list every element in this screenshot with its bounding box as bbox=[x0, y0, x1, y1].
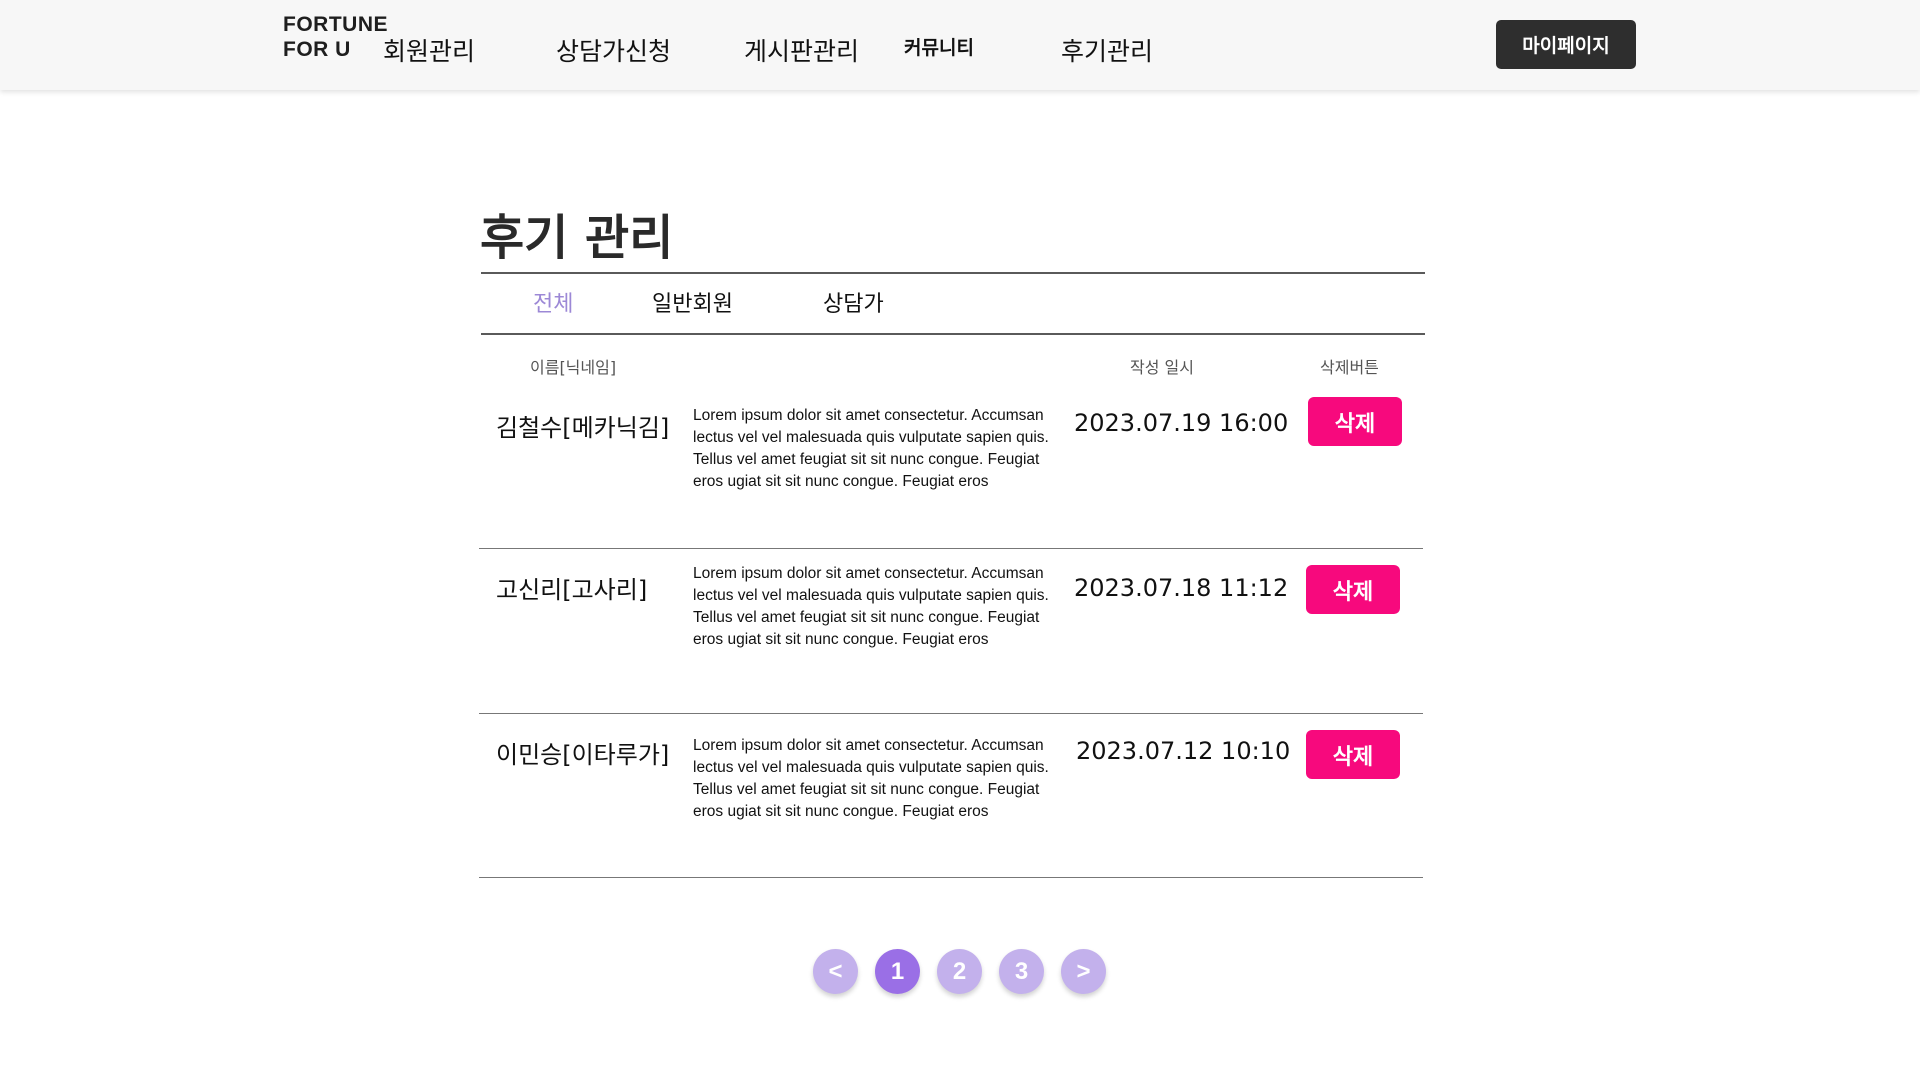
column-header-date: 작성 일시 bbox=[1130, 358, 1194, 377]
logo[interactable]: FORTUNE FOR U bbox=[283, 12, 391, 62]
delete-button[interactable]: 삭제 bbox=[1308, 397, 1402, 446]
tab-all[interactable]: 전체 bbox=[533, 286, 573, 318]
row-divider bbox=[479, 877, 1423, 878]
column-header-delete: 삭제버튼 bbox=[1320, 358, 1379, 377]
row-date: 2023.07.18 11:12 bbox=[1074, 574, 1289, 602]
row-date: 2023.07.12 10:10 bbox=[1076, 737, 1291, 765]
page-2-button[interactable]: 2 bbox=[937, 949, 982, 994]
row-divider bbox=[479, 713, 1423, 714]
row-content: Lorem ipsum dolor sit amet consectetur. … bbox=[693, 407, 1049, 490]
nav-counselor-application[interactable]: 상담가신청 bbox=[556, 32, 671, 68]
row-name: 고신리[고사리] bbox=[496, 576, 648, 604]
page-3-button[interactable]: 3 bbox=[999, 949, 1044, 994]
nav-review-management[interactable]: 후기관리 bbox=[1061, 32, 1153, 68]
column-header-name: 이름[닉네임] bbox=[530, 358, 617, 377]
next-page-button[interactable]: > bbox=[1061, 949, 1106, 994]
tab-counselors[interactable]: 상담가 bbox=[823, 286, 884, 318]
row-name: 이민승[이타루가] bbox=[496, 741, 670, 769]
page-title: 후기 관리 bbox=[480, 210, 674, 266]
delete-button[interactable]: 삭제 bbox=[1306, 730, 1400, 779]
row-content: Lorem ipsum dolor sit amet consectetur. … bbox=[693, 565, 1049, 648]
tab-general-members[interactable]: 일반회원 bbox=[652, 286, 733, 318]
nav-community[interactable]: 커뮤니티 bbox=[904, 33, 974, 60]
page-1-button[interactable]: 1 bbox=[875, 949, 920, 994]
row-name: 김철수[메카닉김] bbox=[496, 414, 670, 442]
row-date: 2023.07.19 16:00 bbox=[1074, 409, 1289, 437]
divider bbox=[481, 272, 1425, 274]
prev-page-button[interactable]: < bbox=[813, 949, 858, 994]
row-content: Lorem ipsum dolor sit amet consectetur. … bbox=[693, 737, 1049, 820]
top-navbar: FORTUNE FOR U 회원관리 상담가신청 게시판관리 커뮤니티 후기관리… bbox=[0, 0, 1920, 90]
row-divider bbox=[479, 548, 1423, 549]
mypage-button[interactable]: 마이페이지 bbox=[1496, 20, 1636, 69]
divider bbox=[481, 333, 1425, 335]
delete-button[interactable]: 삭제 bbox=[1306, 565, 1400, 614]
nav-member-management[interactable]: 회원관리 bbox=[383, 32, 475, 68]
nav-board-management[interactable]: 게시판관리 bbox=[744, 32, 859, 68]
